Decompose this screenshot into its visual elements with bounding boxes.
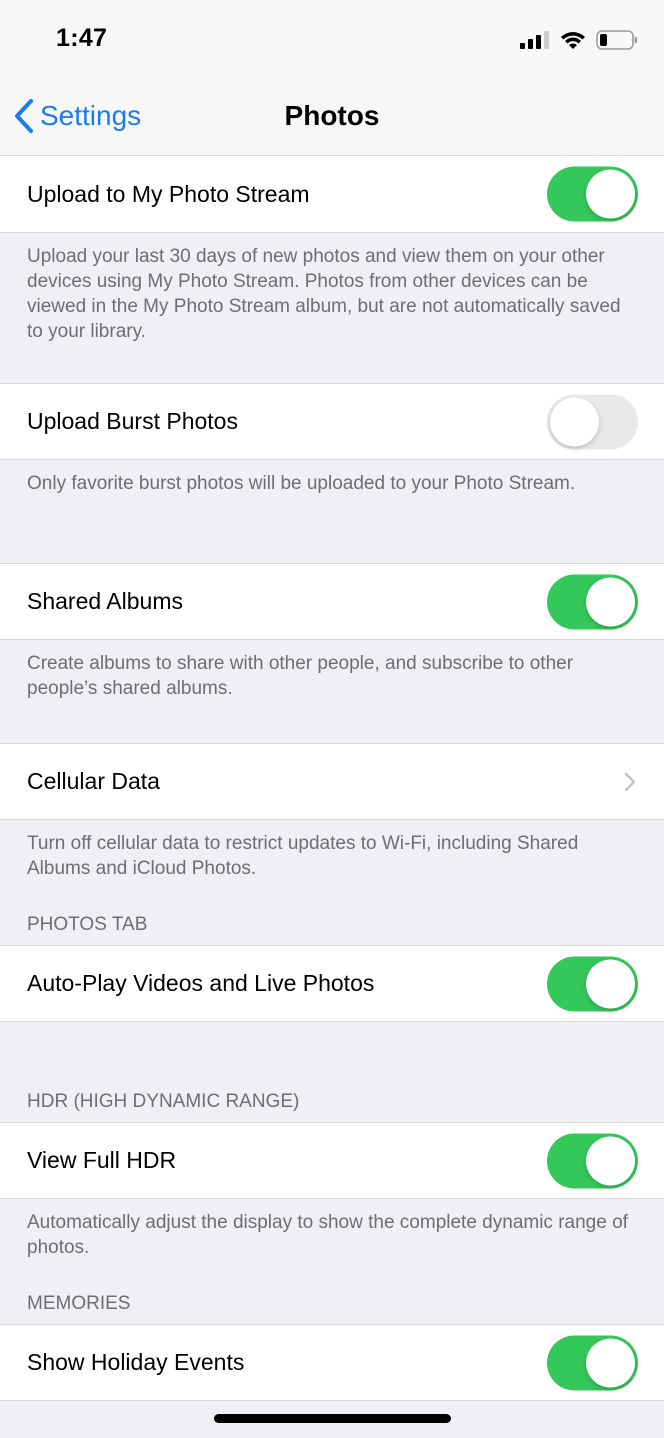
- status-bar: 1:47: [0, 0, 664, 80]
- section-footer: Create albums to share with other people…: [27, 653, 574, 699]
- row-label: Cellular Data: [27, 768, 160, 794]
- view-full-hdr-toggle[interactable]: [547, 1133, 638, 1188]
- auto-play-row: Auto-Play Videos and Live Photos: [0, 945, 664, 1022]
- section-header: HDR (HIGH DYNAMIC RANGE): [27, 1091, 300, 1112]
- section-header: PHOTOS TAB: [27, 914, 148, 935]
- show-holiday-events-row: Show Holiday Events: [0, 1324, 664, 1401]
- shared-albums-toggle[interactable]: [547, 574, 638, 629]
- row-label: Upload Burst Photos: [27, 408, 238, 434]
- settings-list: Upload to My Photo Stream Upload your la…: [0, 156, 664, 1401]
- shared-albums-row: Shared Albums: [0, 563, 664, 640]
- show-holiday-events-toggle[interactable]: [547, 1335, 638, 1390]
- upload-burst-photos-toggle[interactable]: [547, 394, 638, 449]
- cellular-data-row[interactable]: Cellular Data: [0, 743, 664, 820]
- auto-play-toggle[interactable]: [547, 956, 638, 1011]
- row-label: View Full HDR: [27, 1147, 177, 1173]
- view-full-hdr-row: View Full HDR: [0, 1122, 664, 1199]
- section-footer: Turn off cellular data to restrict updat…: [27, 833, 579, 879]
- cellular-signal-icon: [520, 31, 550, 54]
- upload-burst-photos-row: Upload Burst Photos: [0, 383, 664, 460]
- row-label: Auto-Play Videos and Live Photos: [27, 970, 375, 996]
- section-footer: Only favorite burst photos will be uploa…: [27, 473, 576, 494]
- row-label: Shared Albums: [27, 588, 183, 614]
- upload-photo-stream-row: Upload to My Photo Stream: [0, 156, 664, 233]
- upload-photo-stream-toggle[interactable]: [547, 166, 638, 222]
- section-header: MEMORIES: [27, 1293, 131, 1314]
- wifi-icon: [560, 30, 586, 55]
- chevron-right-icon: [624, 772, 636, 791]
- status-time: 1:47: [56, 24, 108, 52]
- page-title: Photos: [284, 100, 380, 131]
- row-label: Show Holiday Events: [27, 1349, 245, 1375]
- home-indicator[interactable]: [214, 1414, 451, 1423]
- navigation-bar: Settings Photos: [0, 80, 664, 156]
- row-label: Upload to My Photo Stream: [27, 180, 310, 207]
- section-footer: Automatically adjust the display to show…: [27, 1212, 628, 1258]
- battery-low-icon: [596, 30, 638, 55]
- section-footer: Upload your last 30 days of new photos a…: [27, 246, 621, 342]
